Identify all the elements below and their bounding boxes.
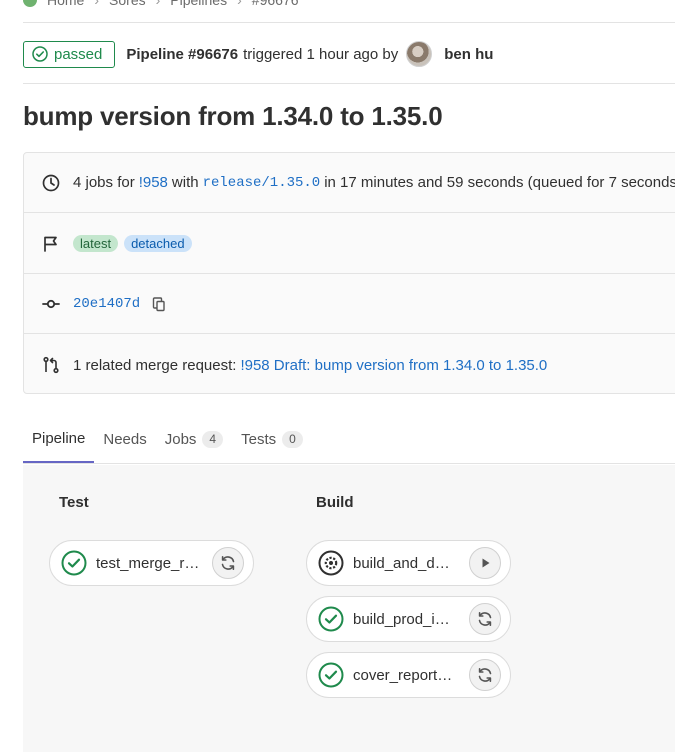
duration-text: in 17 minutes and 59 seconds (queued for…	[324, 174, 675, 191]
success-status-icon	[318, 662, 344, 688]
merge-request-link[interactable]: !958	[139, 174, 168, 191]
tab-label: Jobs	[164, 430, 197, 448]
breadcrumb-pipelines[interactable]: Pipelines	[170, 0, 227, 8]
pipeline-title: Pipeline #96676	[126, 45, 239, 63]
pipeline-tabs: Pipeline Needs Jobs 4 Tests 0	[23, 416, 675, 464]
commit-title: bump version from 1.34.0 to 1.35.0	[23, 101, 443, 131]
tab-needs[interactable]: Needs	[94, 415, 155, 463]
tags-row: latest detached	[24, 214, 675, 274]
status-badge[interactable]: passed	[23, 40, 116, 68]
pipeline-graph: Test Build test_merge_request build_and_…	[23, 465, 675, 752]
flag-icon	[41, 234, 61, 254]
breadcrumb-home[interactable]: Home	[47, 0, 84, 8]
pipeline-header: passed Pipeline #96676 triggered 1 hour …	[23, 38, 493, 70]
stage-title-build: Build	[316, 494, 354, 511]
commit-sha-link[interactable]: 20e1407d	[73, 296, 140, 312]
breadcrumb-separator-icon: ›	[237, 0, 242, 8]
breadcrumb: Home › Sores › Pipelines › #96676	[23, 0, 299, 11]
branch-link[interactable]: release/1.35.0	[203, 175, 321, 191]
tab-label: Tests	[241, 430, 277, 448]
copy-icon[interactable]	[151, 296, 167, 312]
jobs-summary-row: 4 jobs for !958 with release/1.35.0 in 1…	[24, 153, 675, 213]
with-text: with	[171, 174, 199, 191]
project-logo-icon	[23, 0, 37, 7]
related-mr-row: 1 related merge request: !958 Draft: bum…	[24, 335, 675, 393]
retry-icon[interactable]	[469, 603, 501, 635]
pipeline-info-card: 4 jobs for !958 with release/1.35.0 in 1…	[23, 152, 675, 394]
commit-icon	[41, 294, 61, 314]
success-status-icon	[318, 606, 344, 632]
tab-count-badge: 4	[202, 430, 224, 448]
header-divider-top	[23, 22, 675, 23]
stage-title-test: Test	[59, 494, 89, 511]
user-name-link[interactable]: ben hu	[444, 46, 493, 63]
tab-label: Pipeline	[32, 429, 86, 447]
job-name: build_prod_image	[353, 610, 457, 628]
job-name: build_and_deploy	[353, 554, 457, 572]
check-circle-icon	[32, 46, 48, 62]
commit-row: 20e1407d	[24, 274, 675, 334]
header-divider-bottom	[23, 83, 675, 84]
latest-badge: latest	[73, 235, 119, 252]
merge-request-icon	[41, 355, 61, 375]
avatar[interactable]	[406, 41, 433, 67]
breadcrumb-current: #96676	[251, 0, 299, 8]
detached-badge: detached	[124, 235, 192, 252]
clock-icon	[41, 173, 61, 193]
tab-jobs[interactable]: Jobs 4	[156, 415, 232, 463]
jobs-count-text: 4 jobs for	[73, 174, 135, 191]
related-mr-prefix: 1 related merge request:	[73, 356, 237, 374]
retry-icon[interactable]	[212, 547, 244, 579]
tab-label: Needs	[103, 430, 147, 448]
job-test-merge-request[interactable]: test_merge_request	[49, 540, 254, 586]
tab-count-badge: 0	[282, 430, 303, 448]
tab-tests[interactable]: Tests 0	[232, 415, 312, 463]
job-build-prod-image[interactable]: build_prod_image	[306, 596, 511, 642]
manual-gear-icon	[318, 550, 344, 576]
triggered-text: triggered 1 hour ago by	[243, 45, 399, 63]
breadcrumb-separator-icon: ›	[94, 0, 100, 8]
breadcrumb-separator-icon: ›	[155, 0, 161, 8]
breadcrumb-project[interactable]: Sores	[109, 0, 146, 8]
related-mr-link[interactable]: !958 Draft: bump version from 1.34.0 to …	[240, 357, 547, 374]
success-status-icon	[61, 550, 87, 576]
retry-icon[interactable]	[469, 659, 501, 691]
job-build-and-deploy[interactable]: build_and_deploy	[306, 540, 511, 586]
tab-pipeline[interactable]: Pipeline	[23, 415, 95, 463]
status-badge-label: passed	[54, 45, 103, 63]
job-cover-report-upload[interactable]: cover_report_upload	[306, 652, 511, 698]
play-icon[interactable]	[469, 547, 501, 579]
job-name: test_merge_request	[96, 554, 200, 572]
job-name: cover_report_upload	[353, 666, 457, 684]
